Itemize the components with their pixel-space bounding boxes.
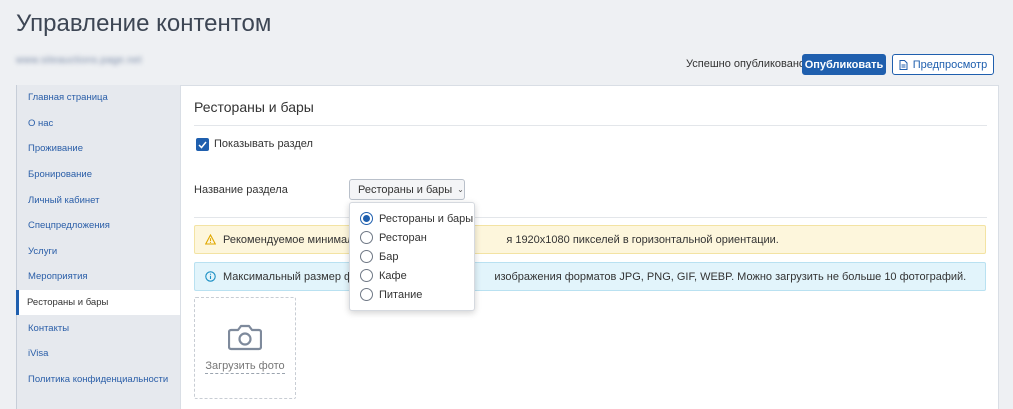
sidebar-item-events[interactable]: Мероприятия (17, 264, 180, 290)
document-icon (899, 59, 908, 70)
warning-icon (205, 234, 216, 245)
warning-alert: Рекомендуемое минималь я 1920x1080 пиксе… (194, 225, 986, 254)
sidebar-item-home[interactable]: Главная страница (17, 85, 180, 111)
sidebar-item-about[interactable]: О нас (17, 111, 180, 137)
preview-button[interactable]: Предпросмотр (892, 54, 994, 75)
dropdown-option-label: Бар (379, 250, 399, 263)
show-section-checkbox[interactable] (196, 138, 209, 151)
info-text: Максимальный размер фай (223, 270, 366, 283)
info-alert: Максимальный размер фай изображения форм… (194, 262, 986, 291)
sidebar-item-accommodation[interactable]: Проживание (17, 136, 180, 162)
show-section-label: Показывать раздел (214, 138, 313, 150)
sidebar-item-booking[interactable]: Бронирование (17, 162, 180, 188)
dropdown-option[interactable]: Кафе (350, 266, 474, 285)
upload-photo-label[interactable]: Загрузить фото (205, 360, 285, 374)
sidebar-item-restaurants[interactable]: Рестораны и бары (16, 289, 180, 316)
dropdown-option-label: Питание (379, 288, 423, 301)
sidebar-item-account[interactable]: Личный кабинет (17, 187, 180, 213)
checkmark-icon (198, 141, 207, 149)
chevron-down-icon: ⌄ (457, 185, 464, 194)
section-title: Рестораны и бары (194, 99, 314, 115)
sidebar: Главная страница О нас Проживание Бронир… (16, 85, 180, 409)
dropdown-option[interactable]: Бар (350, 247, 474, 266)
divider (194, 125, 987, 126)
sidebar-item-offers[interactable]: Спецпредложения (17, 213, 180, 239)
dropdown-option-label: Рестораны и бары (379, 212, 474, 225)
warning-text: Рекомендуемое минималь (223, 233, 360, 246)
publish-button[interactable]: Опубликовать (802, 54, 886, 75)
section-name-dropdown: Рестораны и бары Ресторан Бар Кафе Питан… (349, 202, 475, 311)
sidebar-item-ivisa[interactable]: iVisa (17, 341, 180, 367)
site-url: www.siteauctions.page.net (16, 55, 142, 66)
sidebar-item-privacy[interactable]: Политика конфиденциальности (17, 367, 180, 393)
dropdown-option[interactable]: Ресторан (350, 228, 474, 247)
publish-status: Успешно опубликовано (686, 58, 806, 70)
radio-button (360, 288, 373, 301)
radio-button (360, 212, 373, 225)
preview-button-label: Предпросмотр (912, 58, 988, 71)
section-name-label: Название раздела (194, 184, 288, 196)
dropdown-option-label: Ресторан (379, 231, 427, 244)
content-panel: Рестораны и бары Показывать раздел Назва… (180, 85, 999, 409)
radio-button (360, 231, 373, 244)
radio-button (360, 250, 373, 263)
sidebar-item-contacts[interactable]: Контакты (17, 315, 180, 341)
divider (194, 217, 987, 218)
dropdown-option[interactable]: Питание (350, 285, 474, 304)
camera-icon (228, 324, 262, 350)
info-icon (205, 271, 216, 282)
page-title: Управление контентом (16, 10, 272, 37)
dropdown-option-label: Кафе (379, 269, 407, 282)
info-text-tail: изображения форматов JPG, PNG, GIF, WEBP… (494, 270, 967, 283)
upload-photo-dropzone[interactable]: Загрузить фото (194, 297, 296, 399)
section-name-value: Рестораны и бары (358, 183, 453, 196)
warning-text-tail: я 1920x1080 пикселей в горизонтальной ор… (506, 233, 779, 246)
radio-button (360, 269, 373, 282)
sidebar-item-services[interactable]: Услуги (17, 239, 180, 265)
section-name-select[interactable]: Рестораны и бары ⌄ (349, 179, 465, 200)
dropdown-option[interactable]: Рестораны и бары (350, 209, 474, 228)
